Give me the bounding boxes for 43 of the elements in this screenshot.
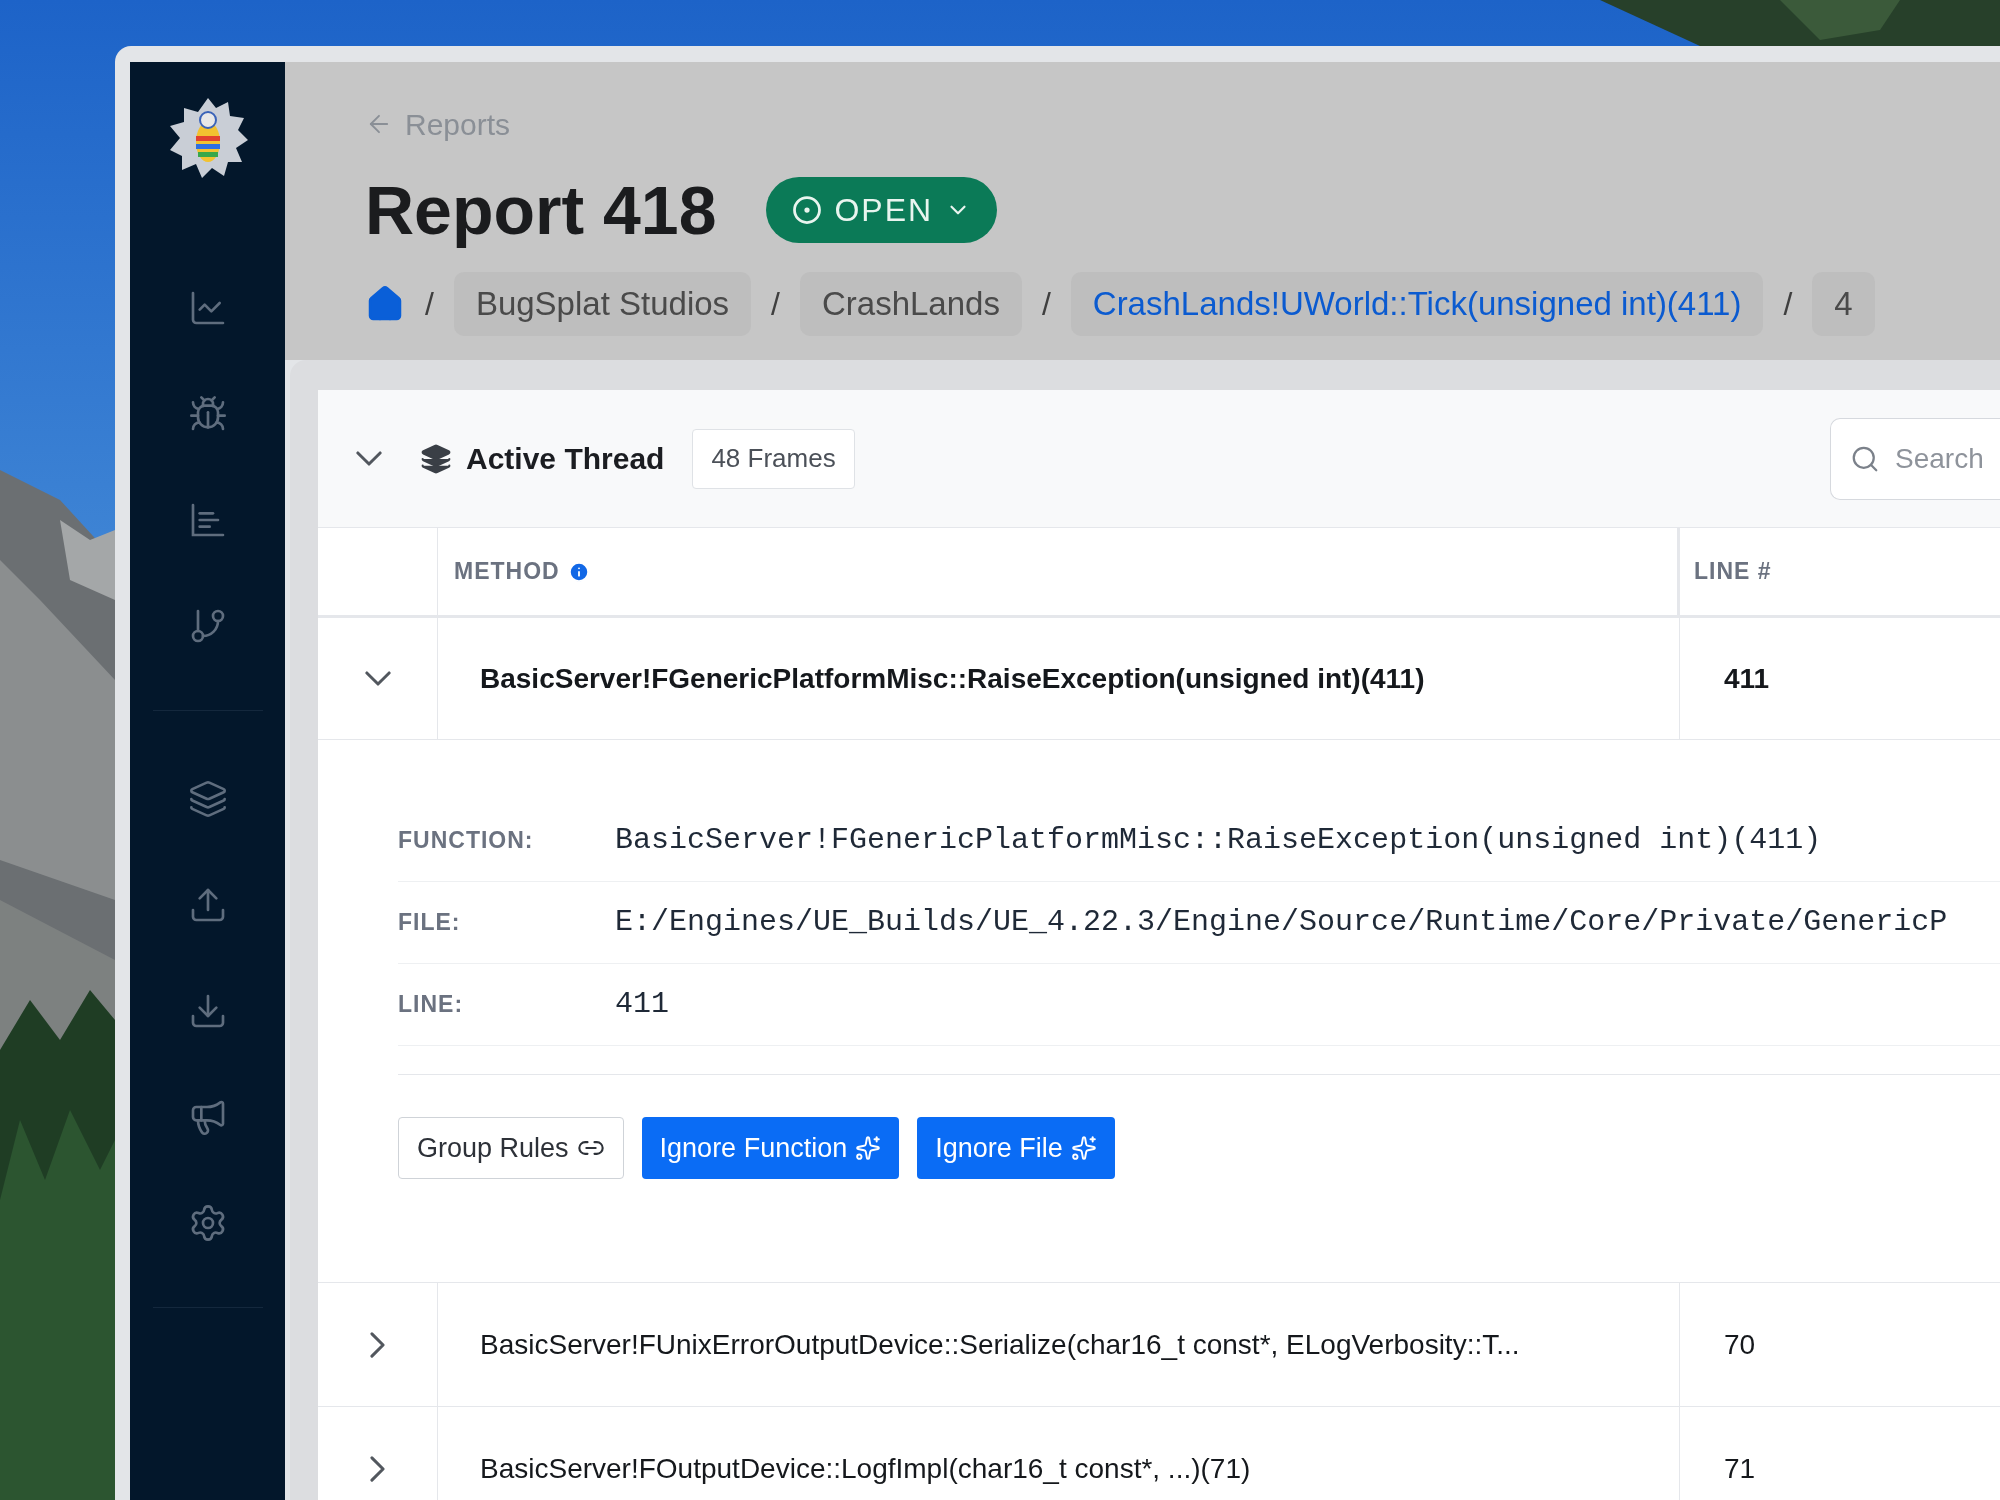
line-cell-text: 70 <box>1724 1327 1756 1362</box>
target-icon <box>792 195 823 225</box>
breadcrumb-link[interactable]: CrashLands!UWorld::Tick(unsigned int)(411) <box>1070 272 1764 336</box>
collapse-thread-button[interactable] <box>356 451 382 466</box>
breadcrumb-link[interactable]: BugSplat Studios <box>453 272 752 336</box>
breadcrumb-link[interactable]: 4 <box>1812 272 1875 336</box>
method-cell-text: BasicServer!FOutputDevice::LogfImpl(char16_t const*, ...)(71) <box>480 1451 1251 1486</box>
sparkles-icon <box>1070 1135 1097 1161</box>
chevron-icon <box>370 1455 385 1482</box>
expand-button[interactable] <box>370 1331 385 1358</box>
breadcrumb-separator: / <box>1782 285 1794 324</box>
chevron-icon <box>356 451 382 466</box>
breadcrumb-separator: / <box>424 285 435 324</box>
expand-button[interactable] <box>370 1455 385 1482</box>
detail-value: 411 <box>615 986 669 1023</box>
detail-value: E:/Engines/UE_Builds/UE_4.22.3/Engine/Source/Runtime/Core/Private/GenericP <box>615 904 1948 941</box>
detail-label: FUNCTION: <box>398 826 535 856</box>
sparkles-icon <box>855 1135 882 1161</box>
info-icon <box>567 560 590 583</box>
detail-label: LINE: <box>398 990 465 1020</box>
breadcrumb-link[interactable]: CrashLands <box>799 272 1022 336</box>
breadcrumb-separator: / <box>770 285 781 324</box>
layers-icon[interactable] <box>187 779 228 819</box>
detail-label: FILE: <box>398 908 462 938</box>
search-field[interactable]: Search <box>1830 417 2000 500</box>
chevron-icon <box>370 1331 385 1358</box>
column-header: METHOD <box>454 557 560 587</box>
chevron-icon <box>364 671 391 686</box>
group-rules-button[interactable]: Group Rules <box>398 1117 624 1179</box>
collapse-button[interactable] <box>364 671 391 686</box>
line-cell-text: 71 <box>1724 1451 1756 1486</box>
ignore-button[interactable]: Ignore File <box>917 1117 1115 1179</box>
line-cell-text: 411 <box>1724 661 1770 696</box>
ignore-button[interactable]: Ignore Function <box>641 1117 900 1179</box>
column-header: LINE # <box>1694 557 1772 587</box>
method-cell-text: BasicServer!FGenericPlatformMisc::RaiseException(unsigned int)(411) <box>480 661 1425 696</box>
status-dropdown[interactable]: OPEN <box>766 177 998 243</box>
breadcrumb-separator: / <box>1040 285 1052 324</box>
detail-value: BasicServer!FGenericPlatformMisc::RaiseException(unsigned int)(411) <box>615 822 1822 859</box>
frames-count: 48 Frames <box>692 428 855 489</box>
layers-icon <box>420 442 452 475</box>
thread-title: Active Thread <box>466 441 665 477</box>
method-cell-text: BasicServer!FUnixErrorOutputDevice::Serialize(char16_t const*, ELogVerbosity::T... <box>480 1327 1520 1362</box>
